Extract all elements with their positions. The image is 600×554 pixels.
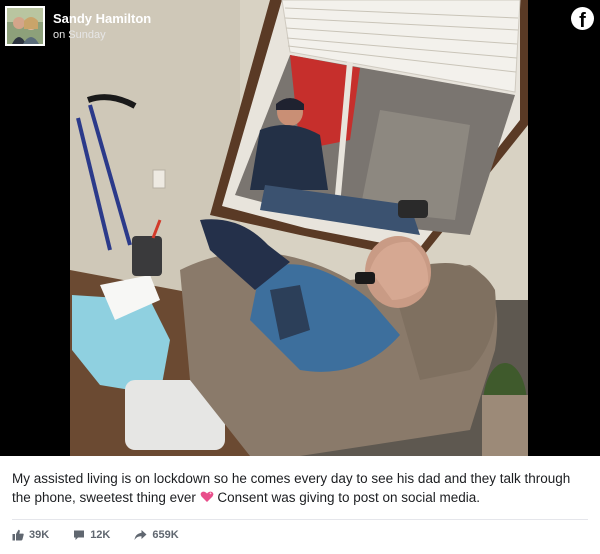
caption-text-continued: Consent was giving to post on social med… [217, 490, 481, 505]
comments-count: 12K [90, 529, 111, 541]
facebook-logo-icon[interactable]: f [571, 7, 594, 30]
post-timestamp[interactable]: on Sunday [53, 29, 106, 41]
likes-stat[interactable]: 39K [12, 529, 49, 541]
post-caption: My assisted living is on lockdown so he … [12, 469, 588, 507]
avatar-image [7, 8, 43, 44]
likes-count: 39K [29, 529, 50, 541]
sparkling-heart-icon [200, 491, 214, 502]
share-arrow-icon [134, 530, 147, 540]
comments-stat[interactable]: 12K [73, 529, 110, 541]
thumbs-up-icon [12, 529, 24, 541]
shares-count: 659K [152, 529, 179, 541]
post-photo[interactable] [0, 0, 600, 456]
engagement-stats: 39K 12K 659K [12, 529, 179, 541]
shares-stat[interactable]: 659K [134, 529, 179, 541]
poster-name[interactable]: Sandy Hamilton [53, 11, 151, 26]
post-header: Sandy Hamilton on Sunday f [0, 0, 600, 50]
avatar[interactable] [5, 6, 45, 46]
divider [12, 519, 588, 520]
photo-illustration [0, 0, 600, 456]
comment-icon [74, 530, 85, 540]
